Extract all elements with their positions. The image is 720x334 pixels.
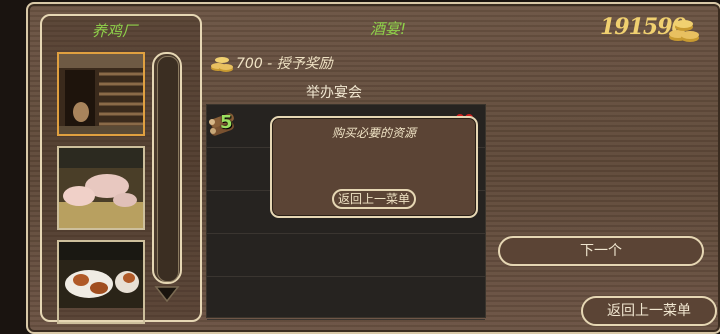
next-button[interactable]: 下一个 — [498, 236, 704, 266]
scrollbar-thumb[interactable] — [157, 56, 179, 282]
coin-stack-icon — [669, 20, 699, 42]
list-item[interactable] — [207, 277, 485, 320]
thumbnail-pigs[interactable] — [57, 146, 145, 230]
pigs-image — [59, 148, 143, 228]
back-to-menu-button[interactable]: 返回上一菜单 — [581, 296, 717, 326]
coin-reward-icon — [211, 57, 233, 72]
hold-banquet-label: 举办宴会 — [306, 85, 362, 101]
cows-image — [59, 242, 143, 308]
list-item[interactable] — [207, 234, 485, 277]
resource-dialog: 购买必要的资源 返回上一菜单 — [270, 116, 478, 218]
event-title: 酒宴! — [370, 20, 407, 38]
dialog-back-button[interactable]: 返回上一菜单 — [332, 189, 416, 209]
thumbnail-barn[interactable] — [57, 52, 145, 136]
barn-image — [59, 54, 143, 134]
thumbnail-cows[interactable] — [57, 240, 145, 324]
dialog-message: 购买必要的资源 — [331, 126, 416, 140]
reward-text: 700 - 授予奖励 — [236, 56, 333, 72]
building-title: 养鸡厂 — [92, 22, 138, 40]
scroll-down-arrow-icon[interactable] — [154, 285, 180, 303]
resource-count: 5 — [220, 112, 233, 133]
